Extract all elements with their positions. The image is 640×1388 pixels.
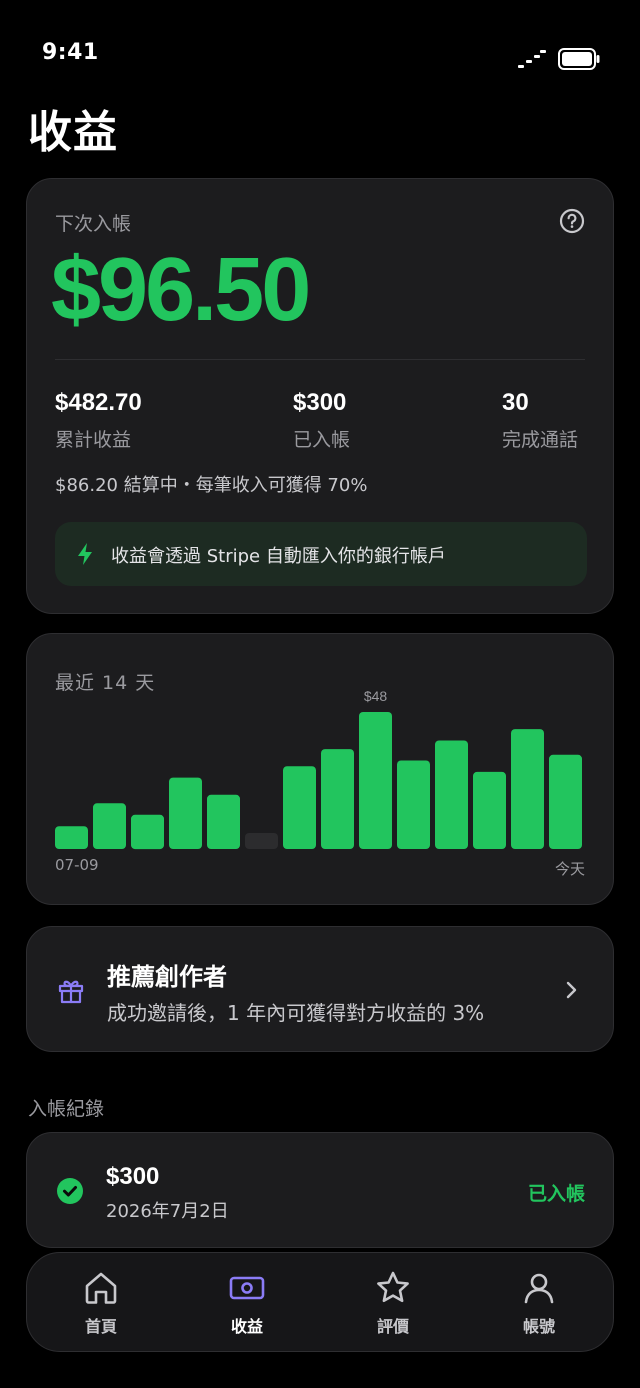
history-amount: $300 (106, 1163, 160, 1190)
peak-value-label: $48 (364, 688, 388, 704)
wallet-icon (229, 1276, 265, 1300)
page-title: 收益 (28, 107, 118, 158)
stripe-note: 收益會透過 Stripe 自動匯入你的銀行帳戶 (111, 546, 446, 567)
chart-bar (131, 814, 164, 850)
stat-paid-out: $300 已入帳 (293, 389, 350, 452)
tab-home[interactable]: 首頁 (51, 1267, 151, 1343)
pending-note: $86.20 結算中・每筆收入可獲得 70% (55, 475, 368, 496)
divider (55, 359, 585, 360)
referral-subtitle: 成功邀請後，1 年內可獲得對方收益的 3% (107, 1001, 485, 1025)
earnings-chart-card: 最近 14 天 $48 07-09 今天 (26, 633, 614, 905)
check-circle-icon (57, 1178, 83, 1204)
x-axis-start-label: 07-09 (55, 856, 99, 874)
tab-reviews[interactable]: 評價 (343, 1267, 443, 1343)
status-time: 9:41 (42, 40, 99, 65)
referral-card[interactable]: 推薦創作者 成功邀請後，1 年內可獲得對方收益的 3% (26, 926, 614, 1052)
chart-bar (93, 803, 126, 849)
stat-total-earnings: $482.70 累計收益 (55, 389, 142, 452)
tab-label: 收益 (230, 1317, 263, 1336)
stat-completed-calls: 30 完成通話 (502, 389, 578, 452)
chart-bar (321, 749, 354, 849)
home-icon (85, 1272, 117, 1304)
stat-label: 已入帳 (293, 429, 351, 451)
stat-label: 完成通話 (502, 429, 579, 451)
help-icon[interactable] (558, 207, 586, 235)
chart-bar (473, 771, 506, 849)
tab-label: 評價 (376, 1317, 409, 1336)
history-date: 2026年7月2日 (106, 1201, 229, 1222)
x-axis-end-label: 今天 (555, 860, 586, 878)
next-payout-label: 下次入帳 (55, 213, 132, 235)
chart-bar (55, 826, 88, 849)
stripe-banner: 收益會透過 Stripe 自動匯入你的銀行帳戶 (55, 522, 587, 586)
payout-history-title: 入帳紀錄 (28, 1098, 105, 1120)
stat-value: $300 (293, 389, 347, 416)
stat-value: $482.70 (55, 389, 142, 416)
next-payout-amount: $96.50 (51, 240, 311, 340)
earnings-bar-chart: $48 (55, 688, 582, 850)
tab-label: 帳號 (522, 1317, 555, 1336)
tab-bar: 首頁 收益 評價 帳號 (26, 1252, 614, 1352)
chart-bar (359, 712, 392, 849)
lightning-bolt-icon (78, 543, 92, 565)
tab-account[interactable]: 帳號 (489, 1267, 589, 1343)
gift-icon (58, 980, 84, 1004)
battery-icon (558, 48, 600, 70)
chart-bar (283, 766, 316, 849)
tab-label: 首頁 (84, 1317, 117, 1336)
status-bar: 9:41 (0, 0, 640, 90)
user-icon (524, 1273, 554, 1304)
signal-icon (518, 50, 546, 68)
payout-history-item[interactable]: $300 2026年7月2日 已入帳 (26, 1132, 614, 1248)
stat-label: 累計收益 (55, 429, 132, 451)
chart-bar (397, 760, 430, 849)
tab-earnings[interactable]: 收益 (197, 1267, 297, 1343)
payout-card: 下次入帳 $96.50 $482.70 累計收益 $300 已入帳 30 完成通… (26, 178, 614, 614)
stat-value: 30 (502, 389, 529, 416)
star-icon (377, 1271, 409, 1303)
referral-title: 推薦創作者 (107, 963, 227, 991)
chevron-right-icon (566, 981, 577, 999)
history-status-badge: 已入帳 (528, 1183, 586, 1205)
chart-bar (549, 754, 582, 849)
chart-bar (245, 833, 278, 849)
chart-bar (169, 777, 202, 849)
chart-bar (511, 729, 544, 849)
chart-bar (207, 794, 240, 849)
chart-bar (435, 740, 468, 849)
